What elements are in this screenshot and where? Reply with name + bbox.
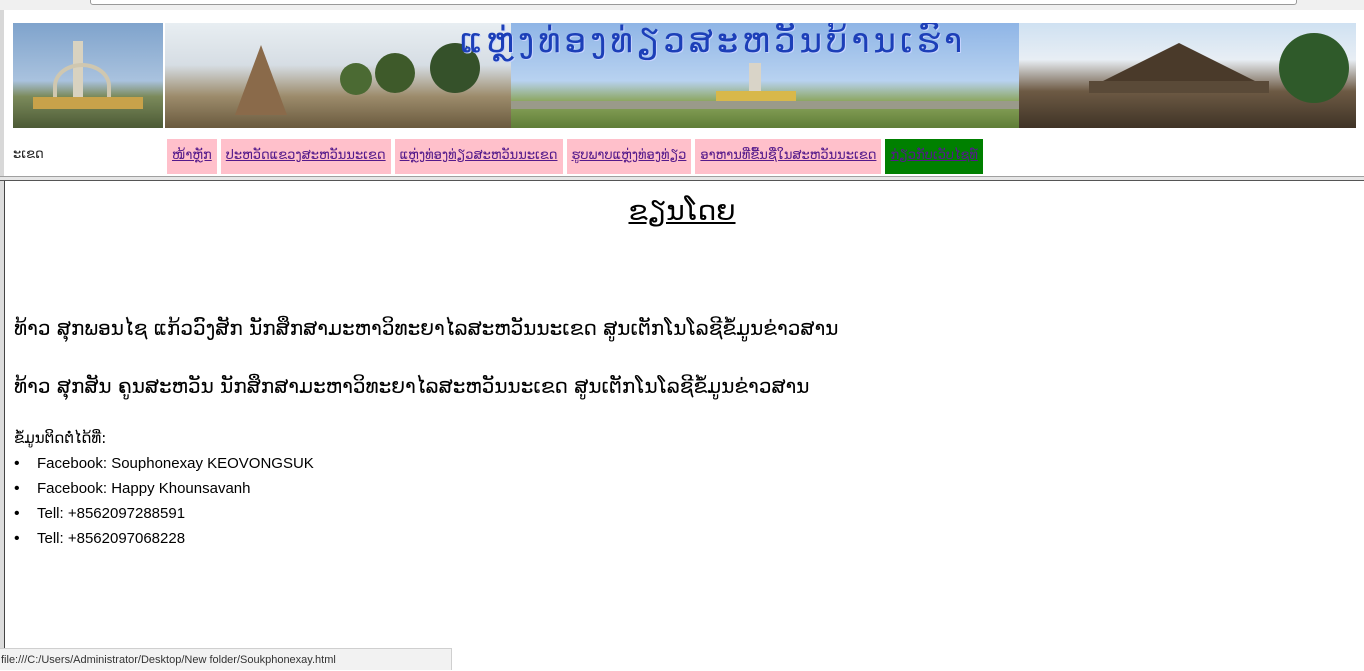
browser-chrome-strip bbox=[0, 0, 1364, 10]
nav-item-about[interactable]: ກ່ຽວກັບເວັບໄຊທ໌ bbox=[885, 139, 983, 174]
banner-photo-monument bbox=[13, 23, 163, 128]
author-line: ທ້າວ ສຸກພອນໄຊ ແກ້ວວົງສັກ ນັກສຶກສາມະຫາວິທ… bbox=[14, 316, 839, 340]
banner-title: ແຫຼ່ງທ່ອງທ່ຽວສະຫວັນບ້ານເຮົາ bbox=[459, 23, 967, 61]
nav-item-province-history[interactable]: ປະຫວັດແຂວງສະຫວັນນະເຂດ bbox=[220, 139, 391, 174]
frame-border bbox=[0, 181, 5, 670]
site-label: ະເຂດ bbox=[13, 147, 44, 162]
author-line: ທ້າວ ສຸກສັນ ຄູນສະຫວັນ ນັກສຶກສາມະຫາວິທະຍາ… bbox=[14, 374, 810, 398]
main-nav: ໜ້າຫຼັກ ປະຫວັດແຂວງສະຫວັນນະເຂດ ແຫຼ່ງທ່ອງທ… bbox=[167, 139, 983, 174]
status-bar-url: file:///C:/Users/Administrator/Desktop/N… bbox=[0, 648, 452, 670]
header-banner: ແຫຼ່ງທ່ອງທ່ຽວສະຫວັນບ້ານເຮົາ bbox=[13, 23, 1356, 128]
contact-label: ຂໍ້ມູນຕິດຕໍ່ໄດ້ທີ່: bbox=[14, 429, 107, 447]
contact-item: Facebook: Souphonexay KEOVONGSUK bbox=[14, 453, 314, 478]
nav-item-home[interactable]: ໜ້າຫຼັກ bbox=[167, 139, 217, 174]
contact-item: Tell: +8562097068228 bbox=[14, 528, 314, 553]
nav-item-photos[interactable]: ຮູບພາບແຫຼ່ງທ່ອງທ່ຽວ bbox=[566, 139, 692, 174]
address-bar[interactable] bbox=[90, 0, 1297, 5]
nav-item-tourist-places[interactable]: ແຫຼ່ງທ່ອງທ່ຽວສະຫວັນນະເຂດ bbox=[394, 139, 563, 174]
contact-list: Facebook: Souphonexay KEOVONGSUK Faceboo… bbox=[14, 453, 314, 553]
page-title: ຂຽນໂດຍ bbox=[628, 194, 736, 227]
nav-item-food[interactable]: ອາຫານທີ່ຂື້ນຊື່ໃນສະຫວັນນະເຂດ bbox=[695, 139, 882, 174]
frame-resize-divider[interactable] bbox=[0, 176, 1364, 181]
contact-item: Tell: +8562097288591 bbox=[14, 503, 314, 528]
contact-item: Facebook: Happy Khounsavanh bbox=[14, 478, 314, 503]
